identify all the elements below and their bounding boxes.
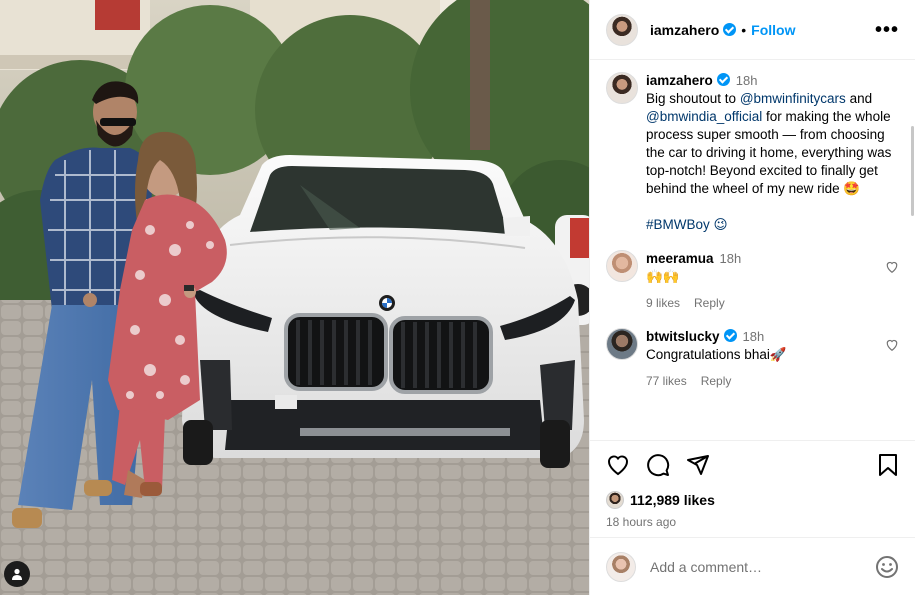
scrollbar[interactable] bbox=[911, 126, 914, 216]
caption-text-2: and bbox=[845, 91, 873, 106]
heart-icon[interactable] bbox=[885, 338, 899, 352]
author-avatar[interactable] bbox=[606, 13, 638, 46]
likes-text[interactable]: 112,989 likes bbox=[630, 492, 715, 508]
caption-author-avatar[interactable] bbox=[606, 72, 638, 104]
comment-icon[interactable] bbox=[646, 453, 670, 477]
verified-icon bbox=[723, 329, 737, 342]
bookmark-icon[interactable] bbox=[877, 453, 899, 477]
emoji-icon[interactable] bbox=[875, 555, 899, 579]
comment-meta: 77 likes Reply bbox=[646, 372, 877, 390]
hashtag-line: #BMWBoy 😉 bbox=[646, 216, 899, 234]
commenter-username[interactable]: btwitslucky bbox=[646, 329, 720, 344]
follow-button[interactable]: Follow bbox=[751, 22, 795, 38]
comment-body: meeramua 18h 🙌🙌 9 likes Reply bbox=[646, 250, 877, 312]
comment-composer bbox=[590, 537, 915, 595]
reply-button[interactable]: Reply bbox=[701, 372, 732, 390]
comment-text: Congratulations bhai🚀 bbox=[646, 347, 787, 362]
post-photo[interactable] bbox=[0, 0, 589, 595]
separator-dot: • bbox=[741, 21, 747, 38]
comment-body: btwitslucky 18h Congratulations bhai🚀 77 … bbox=[646, 328, 877, 390]
comment-time[interactable]: 18h bbox=[720, 251, 742, 266]
hashtag-emoji: 😉 bbox=[713, 217, 728, 232]
caption-time[interactable]: 18h bbox=[736, 73, 758, 88]
mention-bmwinfinitycars[interactable]: @bmwinfinitycars bbox=[740, 91, 846, 106]
comments-list[interactable]: iamzahero 18h Big shoutout to @bmwinfinit… bbox=[590, 60, 915, 440]
more-options-icon[interactable]: ••• bbox=[875, 20, 899, 40]
action-icons bbox=[606, 453, 899, 477]
tag-user-icon bbox=[12, 568, 22, 580]
author-username[interactable]: iamzahero bbox=[650, 22, 719, 38]
mention-bmwindia-official[interactable]: @bmwindia_official bbox=[646, 109, 762, 124]
post-side-panel: iamzahero • Follow ••• iamzahero 18h Big … bbox=[589, 0, 915, 595]
liker-avatar bbox=[606, 491, 624, 509]
comment-item: btwitslucky 18h Congratulations bhai🚀 77 … bbox=[606, 328, 899, 390]
comment-meta: 9 likes Reply bbox=[646, 294, 877, 312]
share-icon[interactable] bbox=[686, 453, 710, 477]
comment-likes[interactable]: 77 likes bbox=[646, 372, 687, 390]
post-date[interactable]: 18 hours ago bbox=[606, 515, 899, 529]
comment-time[interactable]: 18h bbox=[743, 329, 765, 344]
verified-icon bbox=[723, 23, 737, 36]
tagged-users-button[interactable] bbox=[4, 561, 30, 587]
photo-scene bbox=[0, 0, 589, 595]
commenter-username[interactable]: meeramua bbox=[646, 251, 714, 266]
comment-item: meeramua 18h 🙌🙌 9 likes Reply bbox=[606, 250, 899, 312]
caption-author[interactable]: iamzahero bbox=[646, 73, 713, 88]
heart-icon[interactable] bbox=[606, 453, 630, 477]
instagram-post-modal: iamzahero • Follow ••• iamzahero 18h Big … bbox=[0, 0, 915, 595]
caption-text-1: Big shoutout to bbox=[646, 91, 740, 106]
commenter-avatar[interactable] bbox=[606, 328, 638, 360]
caption: iamzahero 18h Big shoutout to @bmwinfinit… bbox=[606, 72, 899, 234]
comment-likes[interactable]: 9 likes bbox=[646, 294, 680, 312]
current-user-avatar bbox=[606, 551, 636, 582]
comment-text: 🙌🙌 bbox=[646, 269, 680, 284]
commenter-avatar[interactable] bbox=[606, 250, 638, 282]
comment-input[interactable] bbox=[650, 558, 875, 575]
reply-button[interactable]: Reply bbox=[694, 294, 725, 312]
hashtag-bmwboy[interactable]: #BMWBoy bbox=[646, 217, 710, 232]
caption-body: iamzahero 18h Big shoutout to @bmwinfinit… bbox=[646, 72, 899, 234]
heart-icon[interactable] bbox=[885, 260, 899, 274]
verified-icon bbox=[716, 73, 730, 86]
like-count[interactable]: 112,989 likes bbox=[606, 491, 899, 509]
post-header: iamzahero • Follow ••• bbox=[590, 0, 915, 60]
